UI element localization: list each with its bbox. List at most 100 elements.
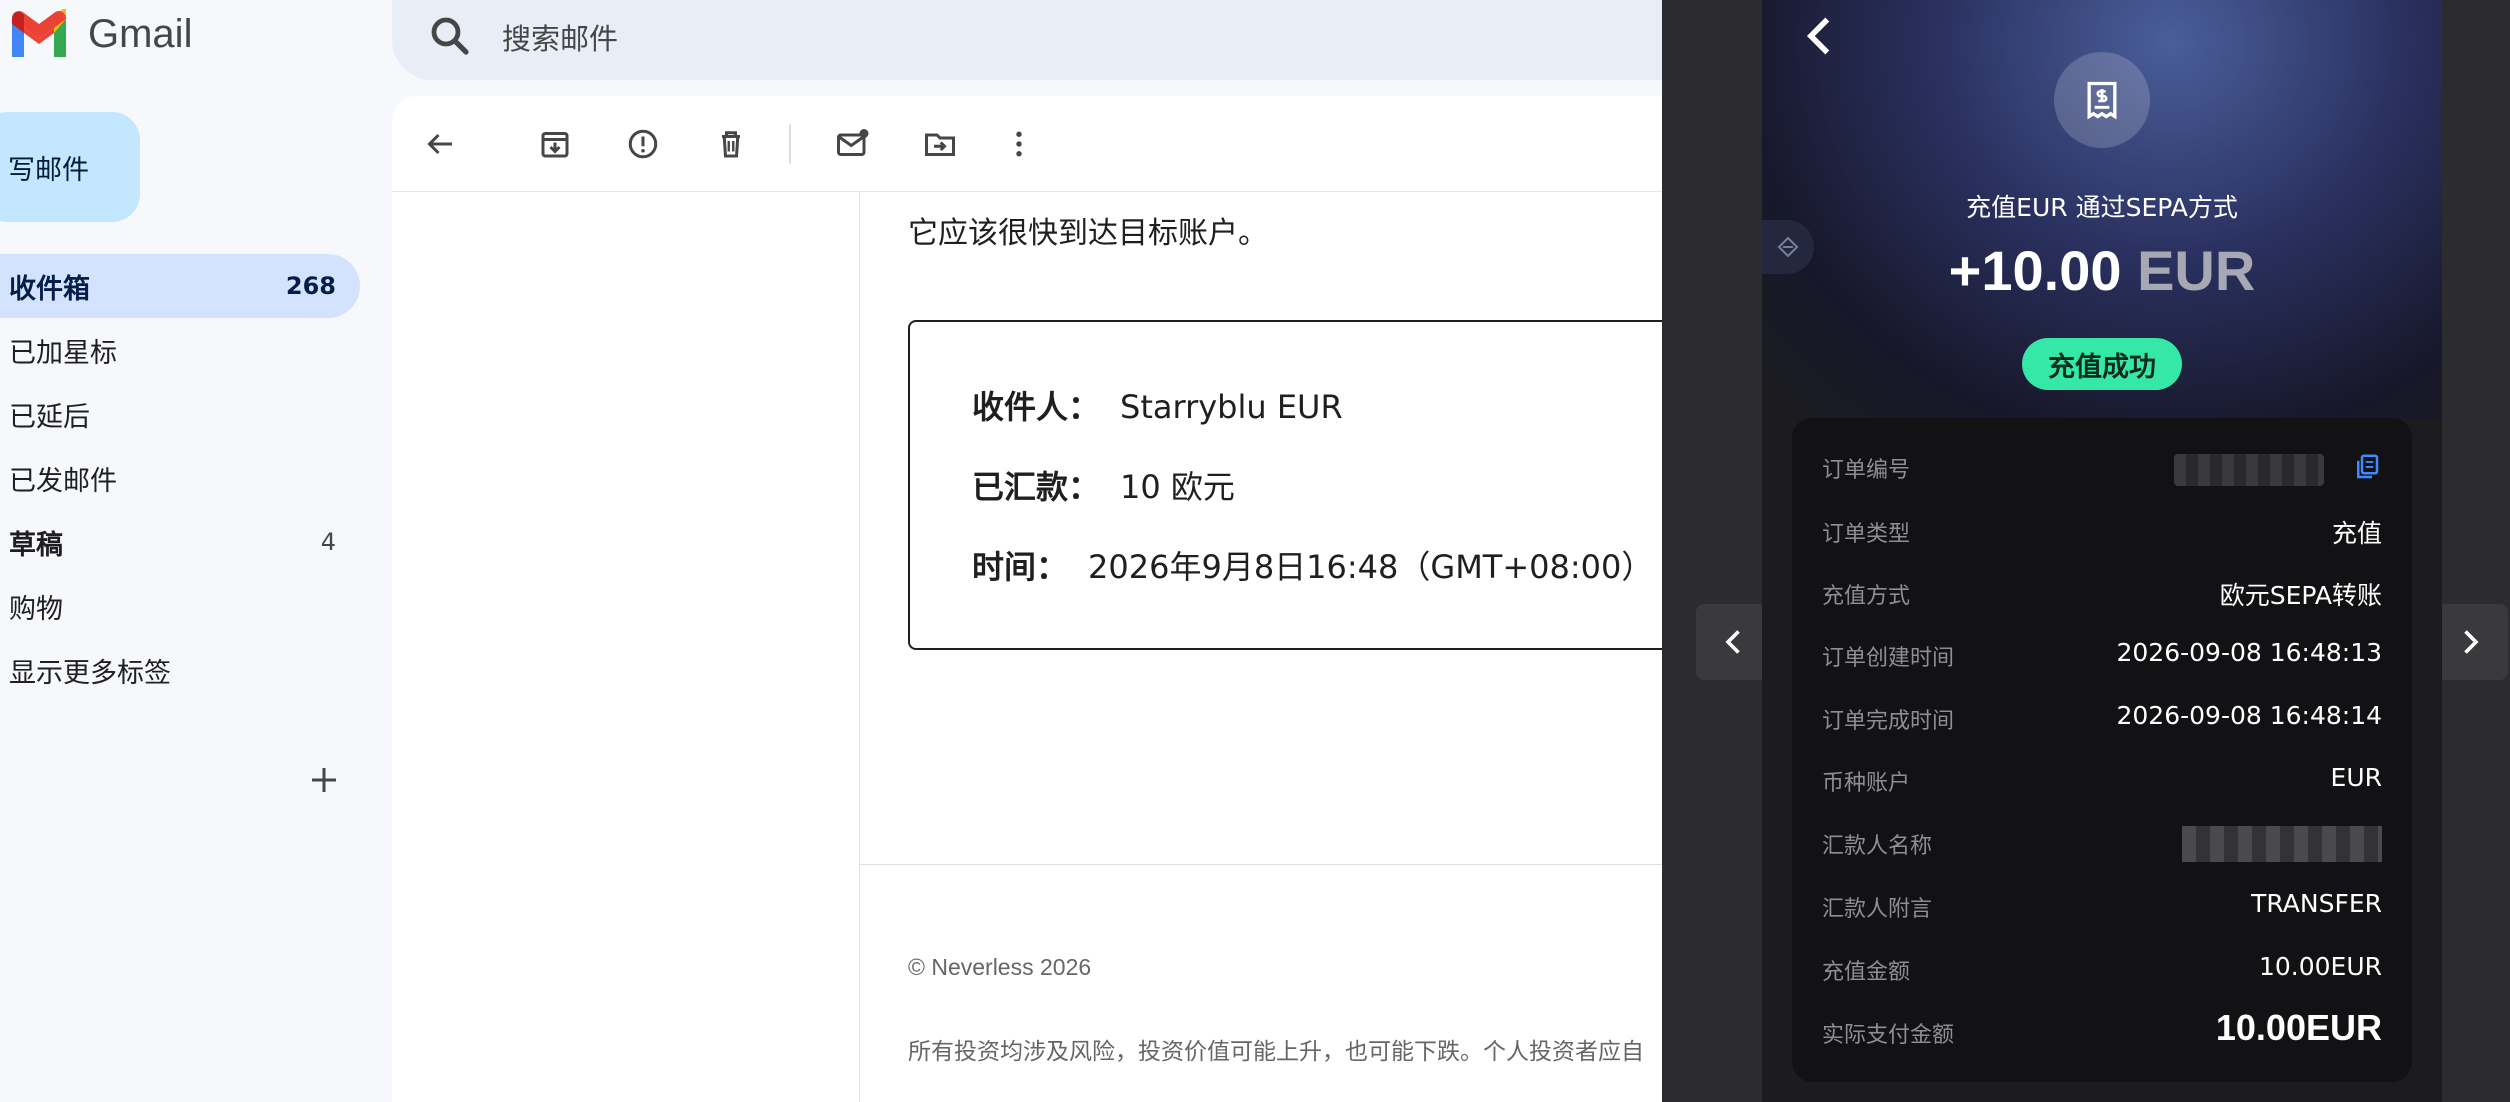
amount-number: +10.00	[1948, 239, 2122, 302]
detail-row: 充值方式 欧元SEPA转账	[1822, 572, 2382, 612]
time-row: 时间： 2026年9月8日16:48（GMT+08:00）	[972, 542, 1653, 588]
archive-icon	[541, 132, 569, 158]
mark-unread-button[interactable]	[828, 120, 876, 168]
search-bar	[392, 0, 1792, 80]
recipient-label: 收件人：	[972, 388, 1101, 426]
sidebar-item-shopping[interactable]: 购物	[0, 574, 360, 638]
footer-divider	[860, 864, 1792, 865]
sidebar-item-label: 购物	[9, 593, 63, 625]
report-spam-icon	[628, 129, 658, 159]
amount-value: 10 欧元	[1120, 468, 1235, 506]
disclaimer-text: 所有投资均涉及风险，投资价值可能上升，也可能下跌。个人投资者应自	[908, 1039, 1644, 1065]
more-options-button[interactable]	[995, 120, 1043, 168]
detail-label: 充值方式	[1822, 584, 1911, 609]
status-badge: 充值成功	[2022, 338, 2182, 390]
receipt-icon	[2087, 81, 2117, 120]
amount-row: 已汇款： 10 欧元	[972, 462, 1235, 508]
move-to-folder-icon	[925, 133, 955, 156]
gmail-logo[interactable]: Gmail	[8, 6, 192, 62]
back-chevron-icon[interactable]	[1798, 14, 1842, 58]
archive-button[interactable]	[531, 120, 579, 168]
amount-label: 已汇款：	[972, 468, 1101, 506]
detail-value: TRANSFER	[2251, 889, 2382, 918]
trash-icon	[722, 131, 740, 158]
chevron-left-icon	[1725, 630, 1740, 654]
receipt-icon-circle	[2054, 52, 2150, 148]
detail-row: 订单创建时间 2026-09-08 16:48:13	[1822, 634, 2382, 674]
move-to-button[interactable]	[916, 120, 964, 168]
content-divider	[859, 192, 860, 1102]
previous-image-button[interactable]	[1696, 604, 1772, 680]
detail-value: 欧元SEPA转账	[2219, 581, 2382, 610]
gmail-logo-text: Gmail	[88, 11, 193, 56]
redacted-order-id	[2174, 454, 2324, 486]
detail-label: 订单创建时间	[1822, 646, 1955, 671]
redacted-sender-name	[2182, 826, 2382, 862]
detail-row: 订单编号 48802779	[1822, 446, 2382, 486]
arrow-back-icon	[427, 133, 452, 155]
compose-label: 写邮件	[8, 154, 89, 186]
receipt-title: 充值EUR 通过SEPA方式	[1966, 193, 2238, 222]
message-panel: 它应该很快到达目标账户。 收件人： Starryblu EUR 已汇款： 10 欧元…	[392, 96, 1908, 1102]
amount-currency: EUR	[2137, 239, 2256, 302]
gmail-m-icon	[12, 9, 66, 57]
recipient-value: Starryblu EUR	[1120, 388, 1343, 426]
detail-label: 订单类型	[1822, 522, 1911, 547]
detail-value: EUR	[2330, 763, 2382, 792]
receipt-amount: +10.00 EUR	[1762, 238, 2442, 303]
detail-row: 汇款人附言 TRANSFER	[1822, 885, 2382, 925]
detail-value: 2026-09-08 16:48:14	[2116, 701, 2382, 730]
sidebar-item-starred[interactable]: 已加星标	[0, 318, 360, 382]
detail-value: 2026-09-08 16:48:13	[2116, 638, 2382, 667]
detail-row: 充值金额 10.00EUR	[1822, 948, 2382, 988]
detail-label: 汇款人附言	[1822, 897, 1933, 922]
toolbar-divider	[789, 124, 791, 164]
detail-row: 订单完成时间 2026-09-08 16:48:14	[1822, 697, 2382, 737]
sidebar-item-drafts[interactable]: 草稿 4	[0, 510, 360, 574]
time-label: 时间：	[972, 548, 1069, 586]
detail-row: 实际支付金额 10.00EUR	[1822, 1007, 2382, 1051]
email-intro-text: 它应该很快到达目标账户。	[908, 216, 1268, 251]
copyright-text: © Neverless 2026	[908, 954, 1092, 980]
inbox-count: 268	[285, 272, 336, 300]
sidebar-item-label: 已加星标	[9, 337, 117, 369]
time-value: 2026年9月8日16:48（GMT+08:00）	[1088, 548, 1654, 586]
search-icon[interactable]	[426, 12, 474, 60]
report-spam-button[interactable]	[619, 120, 667, 168]
detail-label: 币种账户	[1822, 771, 1911, 796]
sidebar-item-snoozed[interactable]: 已延后	[0, 382, 360, 446]
detail-label: 订单完成时间	[1822, 709, 1955, 734]
detail-row: 订单类型 充值	[1822, 510, 2382, 550]
more-vert-icon	[1016, 131, 1022, 157]
total-paid-value: 10.00EUR	[2215, 1007, 2382, 1048]
recipient-row: 收件人： Starryblu EUR	[972, 382, 1343, 428]
mark-unread-icon	[837, 129, 869, 156]
sidebar-item-label: 已延后	[9, 401, 90, 433]
drafts-count: 4	[320, 528, 336, 556]
detail-label: 汇款人名称	[1822, 834, 1933, 859]
receipt-screenshot: 充值EUR 通过SEPA方式 +10.00 EUR 充值成功 订单编号 4880…	[1762, 0, 2442, 1102]
next-image-button[interactable]	[2432, 604, 2508, 680]
order-details-card: 订单编号 48802779 订单类型 充值 充值方式 欧元SEPA转账 订单创建…	[1792, 418, 2412, 1082]
search-input[interactable]	[502, 14, 1402, 64]
detail-label: 充值金额	[1822, 960, 1911, 985]
sidebar-item-label: 显示更多标签	[9, 657, 171, 689]
detail-value: 10.00EUR	[2258, 952, 2382, 981]
sidebar-item-label: 已发邮件	[9, 465, 117, 497]
detail-label: 订单编号	[1822, 458, 1911, 483]
sidebar-item-more-labels[interactable]: 显示更多标签	[0, 638, 360, 702]
sidebar-item-inbox[interactable]: 收件箱 268	[0, 254, 360, 318]
sidebar-item-label: 收件箱	[9, 273, 90, 305]
compose-button[interactable]: 写邮件	[0, 112, 140, 222]
sidebar-item-label: 草稿	[9, 529, 63, 561]
detail-row: 币种账户 EUR	[1822, 759, 2382, 799]
copy-icon[interactable]	[2352, 452, 2382, 482]
delete-button[interactable]	[707, 120, 755, 168]
sidebar-nav: 收件箱 268 已加星标 已延后 已发邮件 草稿 4 购物 显示更多标签	[0, 254, 360, 702]
add-label-icon[interactable]	[304, 760, 344, 800]
detail-value: 充值	[2331, 519, 2382, 548]
sidebar-item-sent[interactable]: 已发邮件	[0, 446, 360, 510]
back-button[interactable]	[416, 120, 464, 168]
detail-row: 汇款人名称	[1822, 822, 2382, 862]
message-toolbar	[392, 96, 1792, 192]
